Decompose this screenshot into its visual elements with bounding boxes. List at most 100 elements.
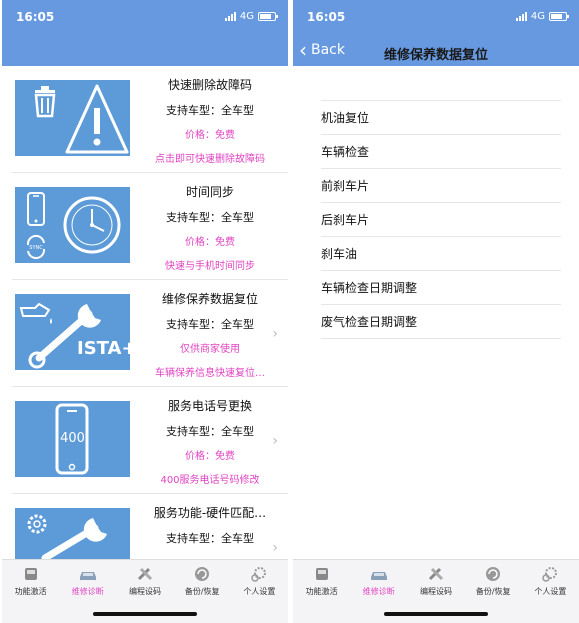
tools-icon — [135, 565, 155, 583]
restore-icon — [192, 565, 212, 583]
activation-icon — [312, 565, 332, 583]
status-bar: 16:05 4G — [293, 0, 579, 30]
status-bar: 16:05 4G — [2, 0, 288, 30]
signal-icon — [224, 12, 236, 21]
item-price: 价格：免费 — [185, 451, 235, 462]
ista-label: ISTA+ — [77, 338, 130, 359]
tab-label: 维修诊断 — [71, 587, 104, 596]
item-title: 维修保养数据复位 — [161, 292, 258, 306]
item-price: 仅供商家使用 — [180, 344, 240, 355]
tab-label: 编程设码 — [420, 587, 452, 596]
page-title: 维修保养数据复位 — [383, 48, 488, 63]
sync-icon: SYNC — [26, 234, 46, 260]
tab-repair-diagnosis[interactable]: 维修诊断 — [59, 560, 116, 604]
hardware-match-thumbnail — [15, 508, 130, 559]
list-item-service-phone[interactable]: 400 服务电话号更换 支持车型：全车型 价格：免费 400服务电话号码修改 › — [12, 387, 288, 494]
item-support: 支持车型：全车型 — [166, 211, 254, 224]
activation-icon — [21, 565, 41, 583]
tab-label: 功能激活 — [14, 587, 47, 596]
tools-icon — [426, 565, 446, 583]
tab-label: 个人设置 — [243, 587, 276, 596]
gear-icon — [27, 514, 47, 534]
tab-programming-coding[interactable]: 编程设码 — [407, 560, 464, 604]
item-support: 支持车型：全车型 — [166, 532, 254, 545]
item-desc: 点击即可快速删除故障码 — [155, 154, 265, 165]
tab-label: 备份/恢复 — [475, 587, 511, 596]
status-time: 16:05 — [307, 10, 346, 24]
menu-item-front-brake-pads[interactable]: 前刹车片 — [293, 169, 579, 203]
item-title: 服务电话号更换 — [167, 399, 252, 413]
function-list: 快速删除故障码 支持车型：全车型 价格：免费 点击即可快速删除故障码 SYNC … — [2, 66, 288, 559]
battery-icon — [549, 12, 569, 21]
tab-label: 编程设码 — [129, 587, 161, 596]
menu-item-rear-brake-pads[interactable]: 后刹车片 — [293, 203, 579, 237]
network-label: 4G — [530, 11, 545, 22]
tab-personal-settings[interactable]: 个人设置 — [522, 560, 579, 604]
wrench-icon — [41, 518, 107, 559]
tab-backup-restore[interactable]: 备份/恢复 — [174, 560, 231, 604]
chevron-right-icon: › — [272, 540, 278, 556]
item-desc: 400服务电话号码修改 — [160, 475, 260, 486]
item-support: 支持车型：全车型 — [166, 318, 254, 331]
phone-number-label: 400 — [60, 431, 85, 446]
item-title: 快速删除故障码 — [167, 78, 252, 92]
trash-icon — [34, 86, 56, 118]
home-indicator — [93, 612, 197, 616]
item-title: 时间同步 — [185, 185, 234, 199]
maintenance-reset-thumbnail: ISTA+ — [15, 294, 130, 370]
phone-icon — [27, 192, 45, 226]
service-phone-thumbnail: 400 — [15, 401, 130, 477]
phone-screen-left: 16:05 4G 快速删除故障码 支持车型：全车型 价格：免费 点击即可快速删除… — [2, 0, 288, 623]
gear-icon — [249, 565, 269, 583]
home-indicator — [384, 612, 488, 616]
svg-text:SYNC: SYNC — [29, 245, 43, 251]
item-desc: 车辆保养信息快速复位… — [155, 368, 265, 379]
time-sync-thumbnail: SYNC — [15, 187, 130, 263]
menu-spacer — [321, 66, 561, 101]
list-item-hardware-match[interactable]: 服务功能-硬件匹配… 支持车型：全车型 › — [12, 494, 288, 559]
oil-can-icon — [19, 302, 52, 324]
item-title: 服务功能-硬件匹配… — [153, 506, 267, 520]
tab-personal-settings[interactable]: 个人设置 — [231, 560, 288, 604]
clear-fault-thumbnail — [15, 80, 130, 156]
menu-item-vehicle-check[interactable]: 车辆检查 — [293, 135, 579, 169]
tab-bar: 功能激活 维修诊断 编程设码 备份/恢复 个人设置 — [293, 559, 579, 623]
restore-icon — [483, 565, 503, 583]
tab-label: 备份/恢复 — [184, 587, 220, 596]
tab-bar: 功能激活 维修诊断 编程设码 备份/恢复 个人设置 — [2, 559, 288, 623]
battery-icon — [258, 12, 278, 21]
tab-function-activation[interactable]: 功能激活 — [2, 560, 59, 604]
tab-backup-restore[interactable]: 备份/恢复 — [465, 560, 522, 604]
tab-repair-diagnosis[interactable]: 维修诊断 — [350, 560, 407, 604]
tab-programming-coding[interactable]: 编程设码 — [116, 560, 173, 604]
item-price: 价格：免费 — [185, 237, 235, 248]
warning-icon — [65, 84, 129, 154]
clock-icon — [63, 196, 121, 254]
tab-label: 维修诊断 — [362, 587, 395, 596]
phone-screen-right: 16:05 4G ‹ Back 维修保养数据复位 机油复位 车辆检查 前刹车片 … — [293, 0, 579, 623]
car-icon — [369, 565, 389, 583]
nav-header: 16:05 4G ‹ Back 维修保养数据复位 — [293, 0, 579, 66]
menu-item-brake-fluid[interactable]: 刹车油 — [293, 237, 579, 271]
network-label: 4G — [239, 11, 254, 22]
item-price: 价格：免费 — [185, 130, 235, 141]
nav-header: 16:05 4G — [2, 0, 288, 66]
signal-icon — [515, 12, 527, 21]
item-desc: 快速与手机时间同步 — [165, 261, 255, 272]
chevron-right-icon: › — [272, 433, 278, 449]
menu-item-oil-reset[interactable]: 机油复位 — [293, 101, 579, 135]
chevron-right-icon: › — [272, 326, 278, 342]
list-item-time-sync[interactable]: SYNC 时间同步 支持车型：全车型 价格：免费 快速与手机时间同步 — [12, 173, 288, 280]
reset-menu: 机油复位 车辆检查 前刹车片 后刹车片 刹车油 车辆检查日期调整 废气检查日期调… — [293, 66, 579, 339]
tab-function-activation[interactable]: 功能激活 — [293, 560, 350, 604]
tab-label: 个人设置 — [534, 587, 567, 596]
item-support: 支持车型：全车型 — [166, 104, 254, 117]
car-icon — [78, 565, 98, 583]
item-support: 支持车型：全车型 — [166, 425, 254, 438]
list-item-maintenance-reset[interactable]: ISTA+ 维修保养数据复位 支持车型：全车型 仅供商家使用 车辆保养信息快速复… — [12, 280, 288, 387]
menu-item-emission-check-date[interactable]: 废气检查日期调整 — [293, 305, 579, 339]
menu-item-vehicle-check-date[interactable]: 车辆检查日期调整 — [293, 271, 579, 305]
status-time: 16:05 — [16, 10, 55, 24]
list-item-clear-fault-codes[interactable]: 快速删除故障码 支持车型：全车型 价格：免费 点击即可快速删除故障码 — [12, 66, 288, 173]
tab-label: 功能激活 — [305, 587, 338, 596]
